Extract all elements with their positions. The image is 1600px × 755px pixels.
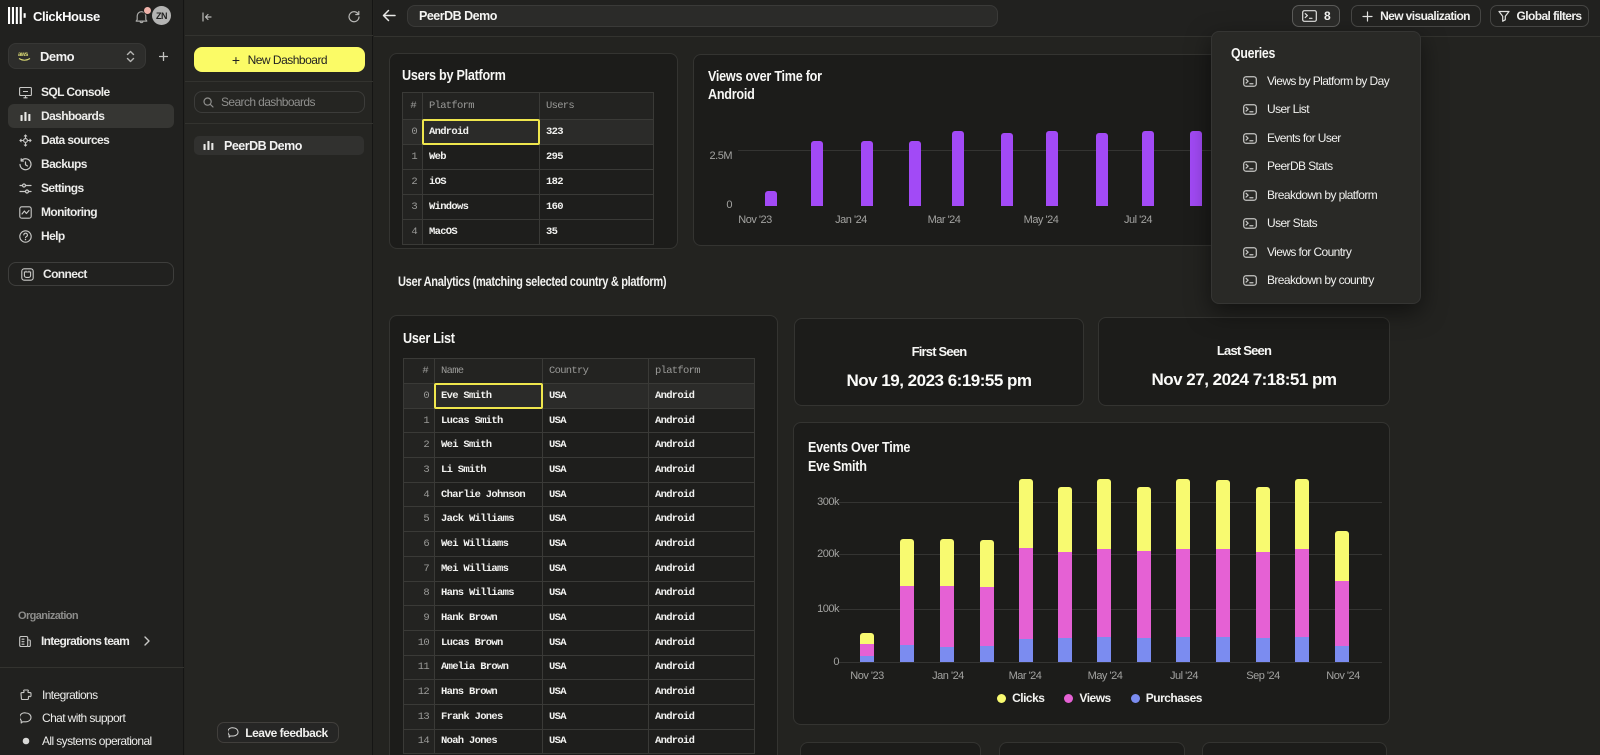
svg-text:aws: aws [18,52,29,58]
